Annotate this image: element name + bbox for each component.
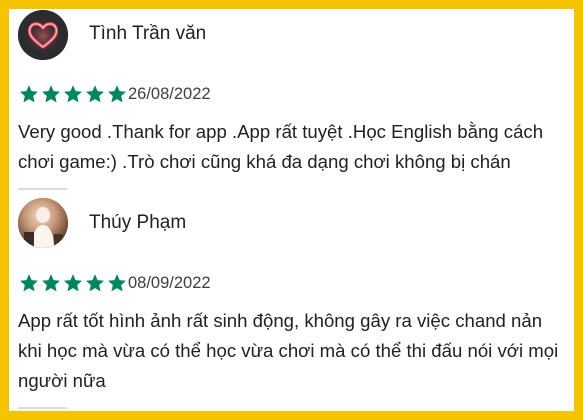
star-icon	[108, 85, 126, 103]
neon-heart-icon	[18, 10, 68, 60]
star-icon	[108, 274, 126, 292]
review-text: App rất tốt hình ảnh rất sinh động, khôn…	[18, 306, 573, 396]
review-text-line: người nữa	[18, 370, 106, 391]
review-text-line: Very good .Thank for app .App rất tuyệt …	[18, 121, 544, 142]
star-icon	[42, 274, 60, 292]
review-date: 26/08/2022	[128, 85, 211, 103]
star-rating	[19, 84, 127, 104]
avatar[interactable]	[18, 10, 68, 60]
star-rating	[19, 273, 127, 293]
star-icon	[20, 274, 38, 292]
star-icon	[86, 274, 104, 292]
review-text-line: chơi game:) .Trò chơi cũng khá đa dạng c…	[18, 151, 511, 172]
screenshot-frame: Tình Trần văn 26/08/2022 Very good .Than…	[0, 0, 583, 420]
review-author: Thúy Phạm	[89, 212, 187, 233]
divider	[18, 407, 67, 409]
star-icon	[20, 85, 38, 103]
star-icon	[86, 85, 104, 103]
star-icon	[64, 85, 82, 103]
review-text-line: khi học mà vừa có thể học vừa chơi mà có…	[18, 340, 559, 361]
review-author: Tình Trần văn	[89, 23, 207, 44]
profile-photo	[18, 198, 68, 248]
star-icon	[64, 274, 82, 292]
divider	[18, 188, 67, 190]
avatar[interactable]	[18, 198, 68, 248]
review-text-line: App rất tốt hình ảnh rất sinh động, khôn…	[18, 310, 543, 331]
star-icon	[42, 85, 60, 103]
review-date: 08/09/2022	[128, 274, 211, 292]
review-text: Very good .Thank for app .App rất tuyệt …	[18, 117, 573, 177]
